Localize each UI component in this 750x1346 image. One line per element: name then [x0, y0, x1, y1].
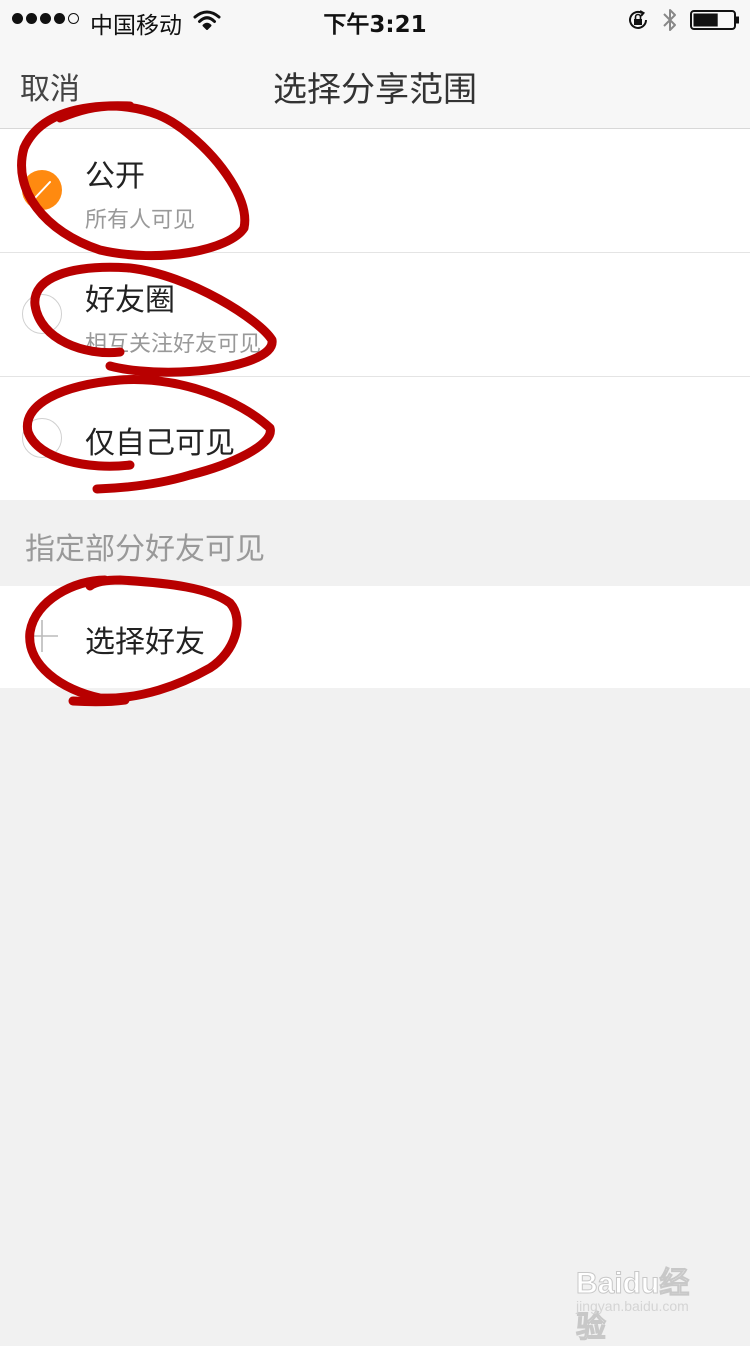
- option-title: 仅自己可见: [85, 426, 235, 461]
- radio-unchecked-icon[interactable]: [22, 418, 62, 458]
- option-friends-circle[interactable]: 好友圈 相互关注好友可见: [0, 253, 750, 377]
- baidu-jingyan-watermark: Baidu经验 jingyan.baidu.com: [576, 1258, 716, 1345]
- status-bar: 中国移动 下午3:21: [0, 0, 750, 40]
- option-subtitle: 所有人可见: [85, 208, 196, 233]
- checkmark-icon: [33, 181, 51, 200]
- radio-checked-icon[interactable]: [22, 170, 62, 210]
- watermark-url: jingyan.baidu.com: [576, 1298, 689, 1314]
- plus-icon: [26, 620, 58, 652]
- option-subtitle: 相互关注好友可见: [85, 332, 262, 357]
- option-title: 公开: [85, 159, 145, 194]
- orientation-lock-icon: [629, 10, 647, 29]
- page-title: 选择分享范围: [273, 70, 477, 110]
- section-header-label: 指定部分好友可见: [25, 532, 265, 567]
- share-scope-list: 公开 所有人可见 好友圈 相互关注好友可见 仅自己可见: [0, 129, 750, 500]
- annotation-tail-choose: [68, 695, 130, 707]
- choose-friends-label: 选择好友: [85, 625, 205, 660]
- option-private[interactable]: 仅自己可见: [0, 377, 750, 500]
- section-header: 指定部分好友可见: [0, 500, 750, 586]
- battery-icon: [690, 10, 739, 30]
- option-public[interactable]: 公开 所有人可见: [0, 129, 750, 253]
- bluetooth-icon: [663, 9, 676, 31]
- radio-unchecked-icon[interactable]: [22, 294, 62, 334]
- nav-bar: 取消 选择分享范围: [0, 40, 750, 129]
- choose-friends-button[interactable]: 选择好友: [0, 586, 750, 688]
- option-title: 好友圈: [85, 283, 175, 318]
